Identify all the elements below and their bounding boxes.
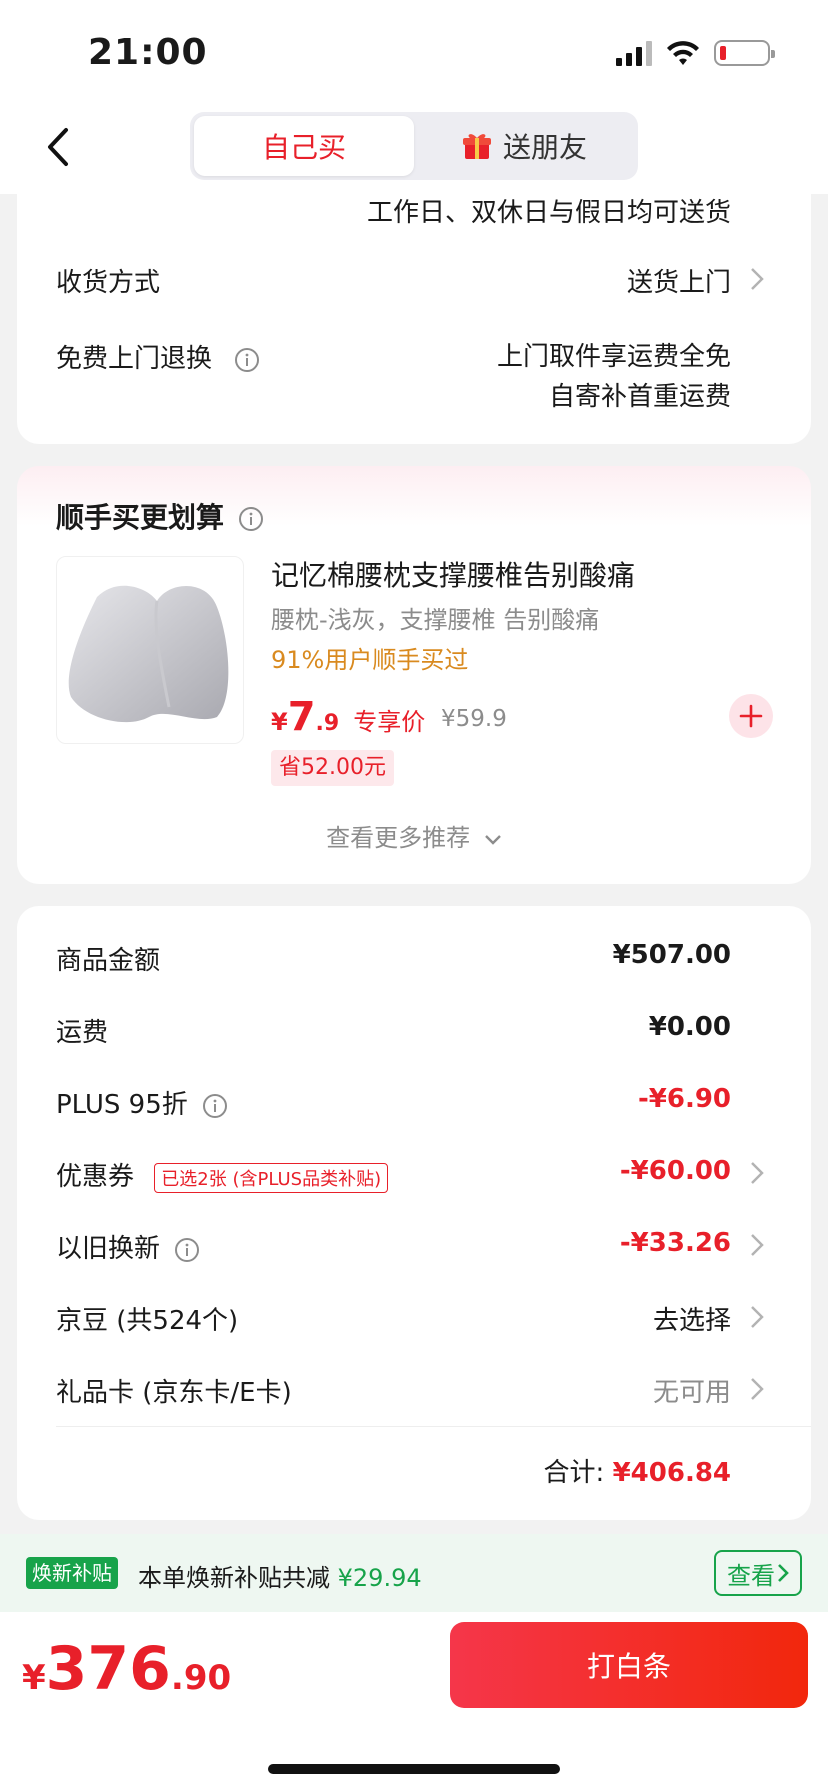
tab-buy-for-self[interactable]: 自己买 (194, 116, 414, 176)
view-more-label: 查看更多推荐 (326, 824, 471, 852)
freight-label: 运费 (56, 1018, 109, 1048)
battery-icon (714, 40, 775, 66)
tab-buy-for-self-label: 自己买 (261, 131, 346, 164)
subsidy-text: 本单焕新补贴共减 ¥29.94 (138, 1558, 422, 1593)
goods-amount-label: 商品金额 (56, 946, 161, 976)
purchase-mode-switch: 自己买 送朋友 (190, 112, 638, 180)
delivery-method-value[interactable]: 送货上门 (627, 262, 731, 299)
addon-product-spec: 腰枕-浅灰，支撑腰椎 告别酸痛 (271, 606, 600, 634)
plus-icon (739, 704, 763, 728)
checkout-bar: ¥ 376 .90 打白条 (0, 1612, 828, 1792)
chevron-right-icon[interactable] (749, 1376, 765, 1402)
order-total-label: 合计: (543, 1458, 605, 1488)
gift-card-value[interactable]: 无可用 (653, 1372, 731, 1409)
addon-price-symbol: ¥ (271, 708, 288, 736)
addon-price-int: 7 (287, 694, 316, 740)
chevron-right-icon[interactable] (749, 266, 765, 292)
info-icon[interactable] (238, 506, 264, 532)
addon-price-dec: .9 (315, 711, 340, 736)
order-total: 合计: ¥406.84 (544, 1452, 731, 1489)
addon-original-price: ¥59.9 (441, 706, 507, 732)
delivery-card: 工作日、双休日与假日均可送货 收货方式 送货上门 免费上门退换 上门取件享运费全… (17, 180, 811, 444)
jd-beans-value[interactable]: 去选择 (653, 1300, 731, 1337)
info-icon[interactable] (174, 1237, 200, 1263)
payable-int: 376 (45, 1634, 171, 1704)
addon-buy-rate: 91%用户顺手买过 (271, 646, 469, 674)
nav-bar: 自己买 送朋友 (0, 100, 828, 194)
info-icon[interactable] (202, 1093, 228, 1119)
order-total-value: ¥406.84 (612, 1458, 731, 1488)
jd-beans-label: 京豆 (共524个) (56, 1306, 239, 1336)
plus-discount-label: PLUS 95折 (56, 1084, 228, 1121)
coupon-label-text: 优惠券 (56, 1162, 135, 1192)
subsidy-view-button[interactable]: 查看 (714, 1550, 802, 1596)
tab-send-to-friend-label: 送朋友 (502, 131, 587, 164)
home-indicator[interactable] (268, 1764, 560, 1774)
payable-amount: ¥ 376 .90 (22, 1634, 231, 1704)
plus-discount-value: -¥6.90 (637, 1084, 731, 1114)
payable-symbol: ¥ (22, 1658, 46, 1698)
status-time: 21:00 (88, 32, 208, 73)
back-icon[interactable] (40, 124, 80, 170)
subsidy-view-label: 查看 (727, 1561, 775, 1590)
freight-value: ¥0.00 (648, 1012, 731, 1042)
chevron-down-icon (484, 835, 501, 845)
trade-in-label: 以旧换新 (56, 1228, 200, 1265)
free-return-label: 免费上门退换 (56, 338, 260, 375)
tab-send-to-friend[interactable]: 送朋友 (414, 116, 634, 176)
addon-product-name[interactable]: 记忆棉腰枕支撑腰椎告别酸痛 (271, 554, 635, 594)
wifi-icon (667, 41, 699, 65)
view-more-recommendations[interactable]: 查看更多推荐 (17, 818, 811, 853)
signal-icon (616, 40, 652, 66)
addon-price-tag: 专享价 (353, 708, 426, 736)
subsidy-amount: ¥29.94 (337, 1564, 422, 1592)
free-return-value-2: 自寄补首重运费 (548, 382, 731, 412)
payable-dec: .90 (170, 1658, 232, 1698)
addon-title-text: 顺手买更划算 (56, 501, 225, 534)
chevron-right-icon[interactable] (749, 1232, 765, 1258)
info-icon[interactable] (234, 347, 260, 373)
pay-button-label: 打白条 (586, 1650, 671, 1683)
addon-price: ¥ 7 .9 专享价 (271, 694, 425, 740)
goods-amount-value: ¥507.00 (612, 940, 731, 970)
add-to-order-button[interactable] (729, 694, 773, 738)
lumbar-pillow-image (68, 585, 229, 723)
trade-in-value[interactable]: -¥33.26 (620, 1228, 731, 1258)
chevron-right-icon (778, 1564, 789, 1582)
addon-save-badge: 省52.00元 (271, 750, 394, 786)
coupon-value[interactable]: -¥60.00 (620, 1156, 731, 1186)
delivery-days-text: 工作日、双休日与假日均可送货 (366, 198, 731, 228)
gift-card-label: 礼品卡 (京东卡/E卡) (56, 1378, 292, 1408)
addon-card: 顺手买更划算 记忆棉腰枕支撑腰椎告别酸痛 腰枕-浅灰，支撑腰椎 告别酸痛 91%… (17, 466, 811, 884)
delivery-method-label: 收货方式 (56, 268, 161, 298)
chevron-right-icon[interactable] (749, 1304, 765, 1330)
pay-with-baitiao-button[interactable]: 打白条 (450, 1622, 808, 1708)
coupon-label: 优惠券 已选2张 (含PLUS品类补贴) (56, 1156, 389, 1193)
coupon-selected-tag: 已选2张 (含PLUS品类补贴) (154, 1162, 389, 1193)
trade-in-label-text: 以旧换新 (56, 1234, 161, 1264)
product-image[interactable] (56, 556, 244, 744)
chevron-right-icon[interactable] (749, 1160, 765, 1186)
free-return-label-text: 免费上门退换 (56, 344, 213, 374)
free-return-value-1: 上门取件享运费全免 (496, 342, 731, 372)
gift-icon (462, 134, 491, 159)
order-summary-card: 商品金额 ¥507.00 运费 ¥0.00 PLUS 95折 -¥6.90 优惠… (17, 906, 811, 1520)
subsidy-text-label: 本单焕新补贴共减 (138, 1564, 330, 1592)
summary-divider (56, 1426, 811, 1427)
subsidy-bar: 焕新补贴 本单焕新补贴共减 ¥29.94 查看 (0, 1534, 828, 1612)
status-icons (616, 40, 775, 66)
subsidy-badge: 焕新补贴 (26, 1557, 118, 1589)
addon-title: 顺手买更划算 (56, 496, 264, 536)
status-bar: 21:00 (0, 0, 828, 100)
plus-discount-label-text: PLUS 95折 (56, 1090, 188, 1120)
